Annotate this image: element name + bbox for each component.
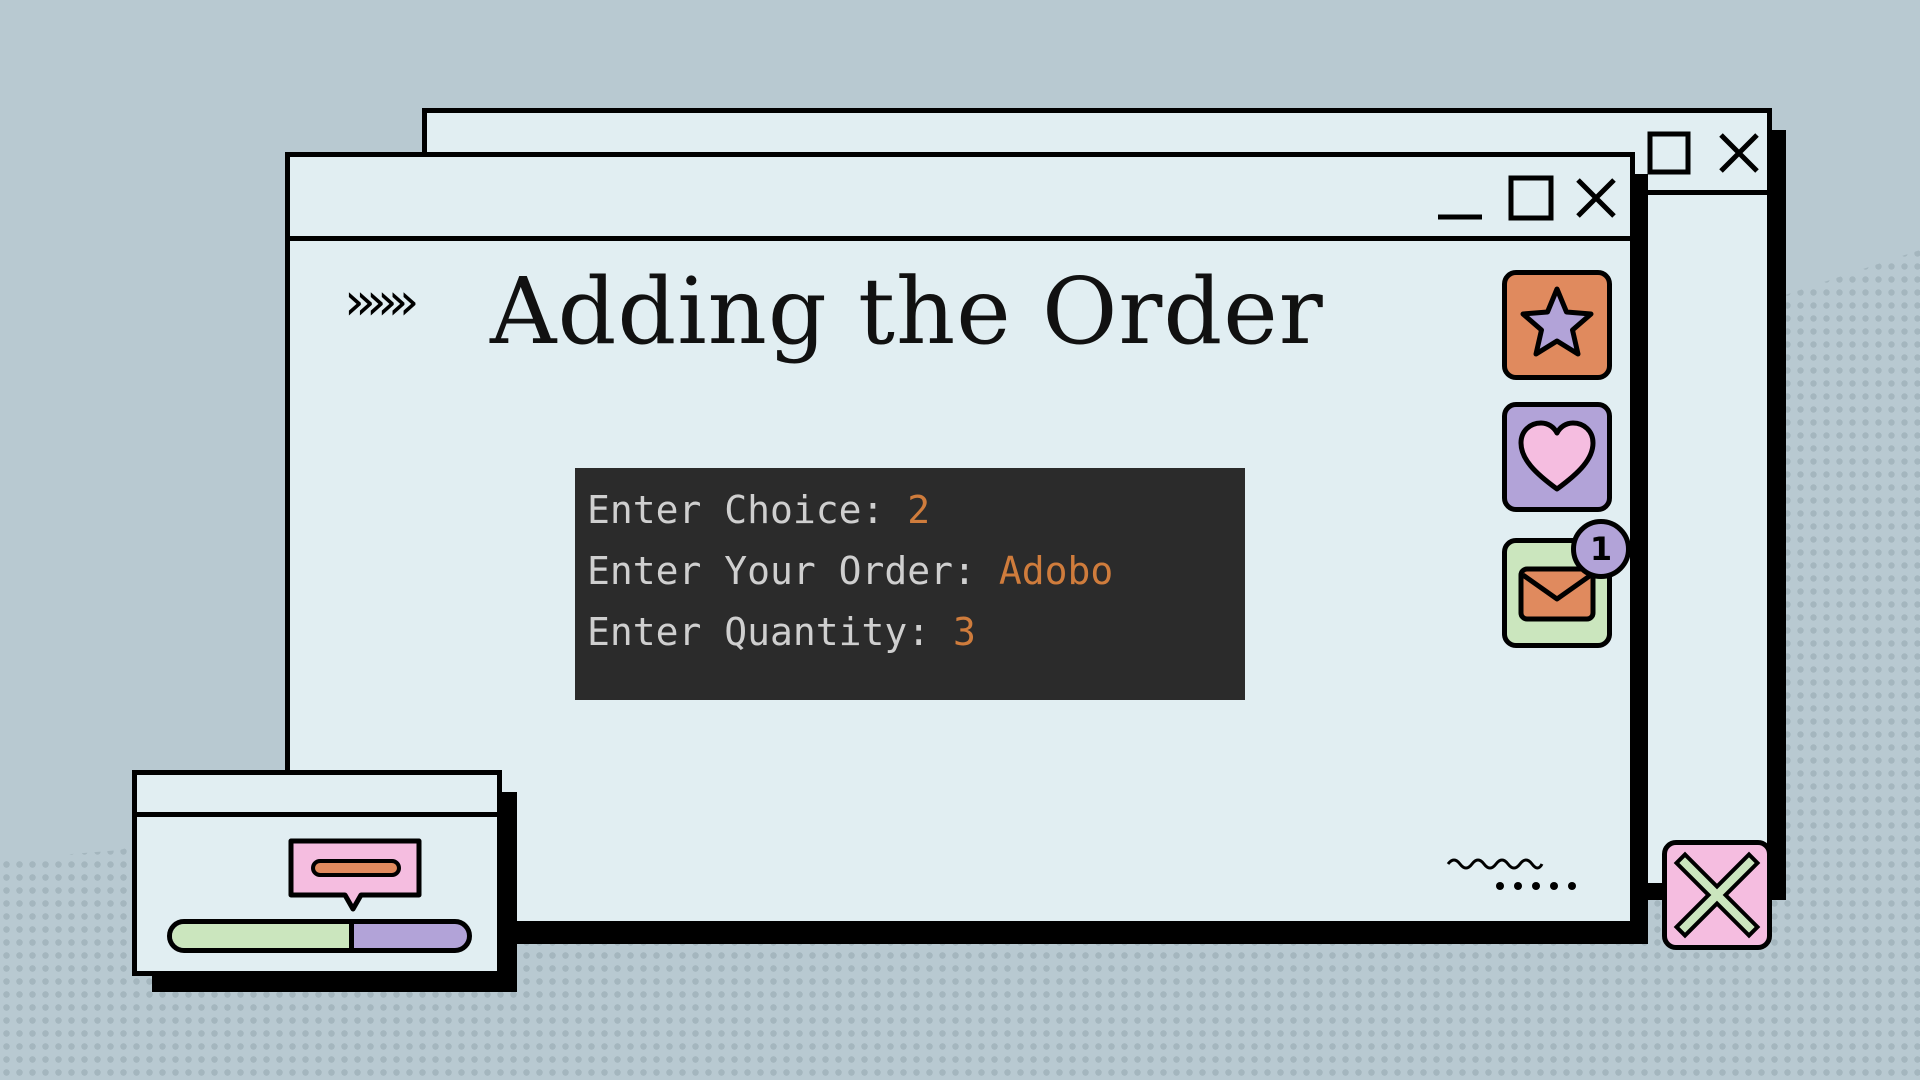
progress-bar [167,919,472,953]
console-value: 2 [907,488,931,532]
squiggle-decoration [1446,858,1576,890]
console-output: Enter Choice: 2 Enter Your Order: Adobo En… [575,468,1245,700]
star-icon [1520,286,1594,357]
console-line: Enter Your Order: Adobo [587,541,1233,602]
console-line: Enter Quantity: 3 [587,602,1233,663]
progress-window [132,770,502,976]
close-icon[interactable] [1574,176,1618,220]
console-prompt: Enter Choice: [587,488,908,532]
maximize-icon[interactable] [1508,175,1554,221]
progress-fill [172,924,354,948]
chevrons-decoration: »»» [344,272,420,332]
console-value: 3 [953,610,976,654]
console-line: Enter Choice: 2 [587,480,1233,541]
maximize-icon[interactable] [1647,131,1691,175]
console-prompt: Enter Quantity: [587,610,954,654]
message-bubble-icon [288,838,422,912]
console-value: Adobo [998,549,1114,593]
notification-badge: 1 [1571,519,1631,579]
close-icon[interactable] [1717,131,1761,175]
page-title: Adding the Order [490,258,1324,365]
x-icon [1673,851,1761,939]
progress-window-titlebar [137,775,497,817]
close-button[interactable] [1662,840,1772,950]
like-button[interactable] [1502,402,1612,512]
heart-icon [1518,420,1596,492]
favorite-button[interactable] [1502,270,1612,380]
console-prompt: Enter Your Order: [587,549,999,593]
minimize-icon[interactable] [1436,179,1484,223]
main-window-titlebar [290,157,1630,241]
